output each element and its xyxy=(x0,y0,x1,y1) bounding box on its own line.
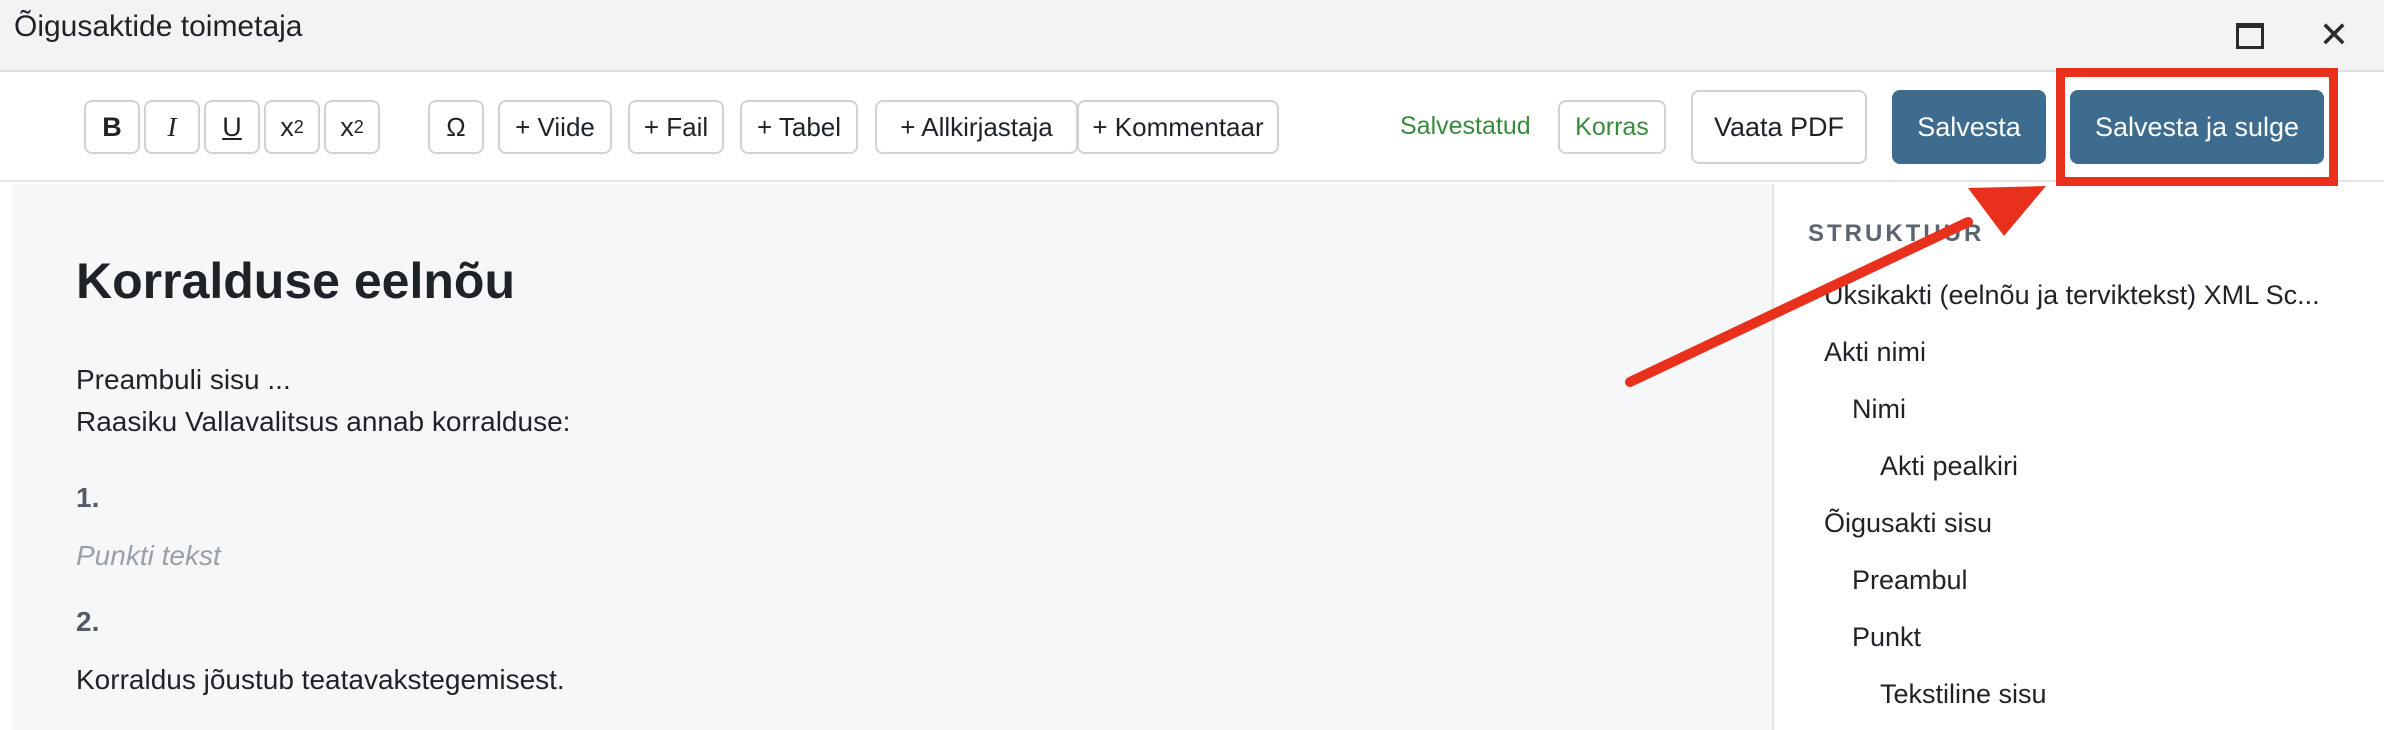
close-icon[interactable]: ✕ xyxy=(2316,18,2352,54)
highlight-box xyxy=(2056,68,2338,186)
add-file-button[interactable]: + Fail xyxy=(628,100,724,154)
tree-item[interactable]: Üksikakti (eelnõu ja terviktekst) XML Sc… xyxy=(1824,280,2320,311)
superscript-button[interactable]: x2 xyxy=(264,100,320,154)
tree-item[interactable]: Tekstiline sisu xyxy=(1880,679,2047,710)
structure-sidebar: STRUKTUUR Üksikakti (eelnõu ja terviktek… xyxy=(1772,184,2384,730)
validation-status-badge[interactable]: Korras xyxy=(1558,100,1666,154)
editor-toolbar: B I U x2 x2 Ω + Viide + Fail + Tabel + A… xyxy=(0,72,2384,182)
tree-item[interactable]: Akti nimi xyxy=(1824,337,1926,368)
view-pdf-button[interactable]: Vaata PDF xyxy=(1691,90,1867,164)
subscript-button[interactable]: x2 xyxy=(324,100,380,154)
item-number: 1. xyxy=(76,482,100,513)
tree-item[interactable]: Punkt xyxy=(1852,622,1921,653)
intro-text[interactable]: Raasiku Vallavalitsus annab korralduse: xyxy=(76,406,570,438)
special-character-button[interactable]: Ω xyxy=(428,100,484,154)
underline-button[interactable]: U xyxy=(204,100,260,154)
subscript-exponent: 2 xyxy=(353,116,364,137)
bold-button[interactable]: B xyxy=(84,100,140,154)
sidebar-heading: STRUKTUUR xyxy=(1808,220,1985,247)
tree-item[interactable]: Nimi xyxy=(1852,394,1906,425)
superscript-exponent: 2 xyxy=(293,116,304,137)
add-comment-button[interactable]: + Kommentaar xyxy=(1077,100,1279,154)
subscript-base: x xyxy=(340,111,354,142)
title-bar: Õigusaktide toimetaja ✕ xyxy=(0,0,2384,72)
add-reference-button[interactable]: + Viide xyxy=(498,100,612,154)
tree-item[interactable]: Akti pealkiri xyxy=(1880,451,2018,482)
add-signatory-button[interactable]: + Allkirjastaja xyxy=(875,100,1078,154)
tree-item[interactable]: Preambul xyxy=(1852,565,1968,596)
italic-button[interactable]: I xyxy=(144,100,200,154)
document-heading[interactable]: Korralduse eelnõu xyxy=(76,252,515,310)
save-status-text: Salvestatud xyxy=(1400,112,1531,140)
item-text[interactable]: Korraldus jõustub teatavakstegemisest. xyxy=(76,664,565,696)
maximize-icon[interactable] xyxy=(2232,18,2268,54)
tree-item[interactable]: Õigusakti sisu xyxy=(1824,508,1992,539)
document-editor[interactable]: Korralduse eelnõu Preambuli sisu ... Raa… xyxy=(12,184,1772,730)
item-number: 2. xyxy=(76,606,100,637)
window-title: Õigusaktide toimetaja xyxy=(14,10,303,43)
item-placeholder-text[interactable]: Punkti tekst xyxy=(76,540,221,572)
superscript-base: x xyxy=(280,111,294,142)
save-button[interactable]: Salvesta xyxy=(1892,90,2046,164)
preamble-text[interactable]: Preambuli sisu ... xyxy=(76,364,291,396)
add-table-button[interactable]: + Tabel xyxy=(740,100,858,154)
